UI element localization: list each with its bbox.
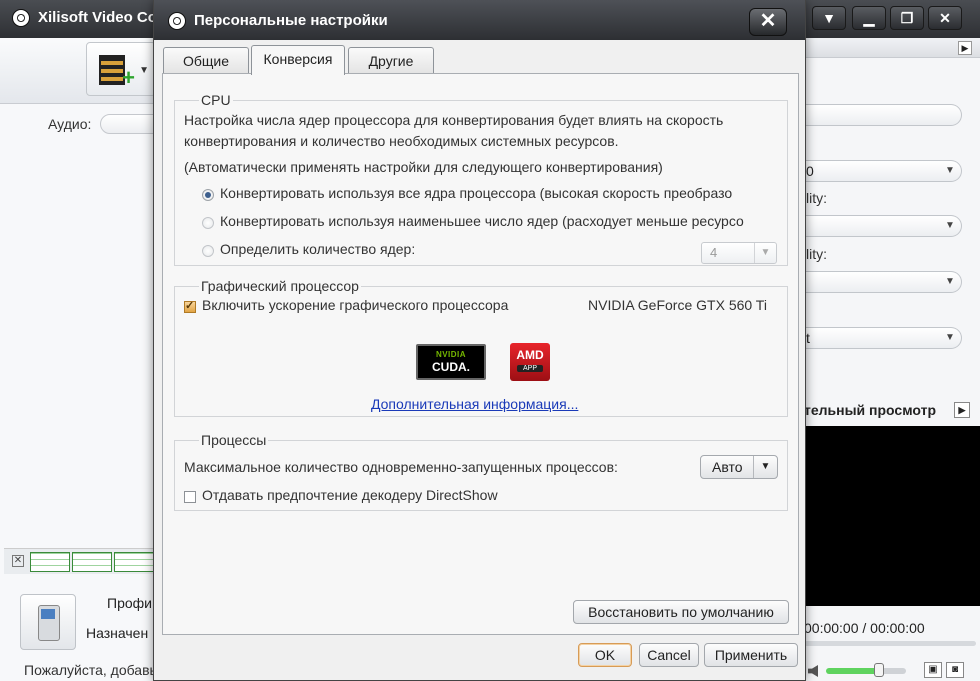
minimize-button[interactable]: ▁ bbox=[852, 6, 886, 30]
tab-general[interactable]: Общие bbox=[163, 47, 249, 73]
restore-defaults-button[interactable]: Восстановить по умолчанию bbox=[573, 600, 789, 624]
main-toolbar: ▼ bbox=[0, 38, 160, 104]
gpu-group-title: Графический процессор bbox=[199, 278, 361, 294]
right-label-1: lity: bbox=[806, 190, 827, 206]
all-cores-radio[interactable] bbox=[202, 189, 214, 201]
chevron-down-icon: ▼ bbox=[753, 456, 777, 478]
menu-dropdown-button[interactable]: ▼ bbox=[812, 6, 846, 30]
conversion-tab-panel: CPU Настройка числа ядер процессора для … bbox=[162, 73, 799, 635]
preview-screen bbox=[804, 426, 980, 606]
chevron-down-icon: ▼ bbox=[945, 220, 955, 231]
gpu-acceleration-label[interactable]: Включить ускорение графического процессо… bbox=[202, 297, 514, 313]
right-field-1[interactable] bbox=[804, 104, 962, 126]
right-select-3[interactable]: ▼ bbox=[804, 271, 962, 293]
cancel-button[interactable]: Cancel bbox=[639, 643, 699, 667]
custom-cores-radio[interactable] bbox=[202, 245, 214, 257]
expand-arrow-icon[interactable]: ▶ bbox=[958, 41, 972, 55]
max-processes-select[interactable]: Авто ▼ bbox=[700, 455, 778, 479]
audio-label: Аудио: bbox=[48, 116, 92, 132]
max-processes-value: Авто bbox=[712, 459, 743, 475]
more-info-link[interactable]: Дополнительная информация... bbox=[371, 396, 578, 412]
ok-button[interactable]: OK bbox=[578, 643, 632, 667]
processes-group: Процессы Максимальное количество одновре… bbox=[174, 432, 788, 511]
speaker-icon[interactable] bbox=[808, 665, 818, 677]
cores-count-value: 4 bbox=[710, 245, 718, 260]
profile-area: Профи Назначен bbox=[0, 586, 160, 666]
right-label-2: lity: bbox=[806, 246, 827, 262]
main-left-pane: ▼ Аудио: ✕ Профи Назначен Пожалуйста, до… bbox=[0, 38, 170, 681]
status-text: Пожалуйста, добавьте файлы bbox=[24, 662, 160, 678]
cores-count-select[interactable]: 4 ▼ bbox=[701, 242, 777, 264]
cpu-description-line2: конвертирования и количество необходимых… bbox=[184, 133, 619, 149]
apply-button[interactable]: Применить bbox=[704, 643, 798, 667]
cpu-graph bbox=[30, 552, 70, 572]
maximize-button[interactable]: ❐ bbox=[890, 6, 924, 30]
cpu-graph bbox=[72, 552, 112, 572]
right-select-4-value: t bbox=[806, 330, 810, 346]
dialog-close-button[interactable]: ✕ bbox=[749, 8, 787, 36]
settings-dialog: Персональные настройки ✕ Общие Конверсия… bbox=[153, 0, 806, 681]
close-icon[interactable]: ✕ bbox=[12, 555, 24, 567]
right-select-1-value: 0 bbox=[806, 163, 814, 179]
preview-label: тельный просмотр bbox=[804, 402, 936, 418]
main-window-title: Xilisoft Video Co bbox=[38, 9, 157, 26]
add-film-icon bbox=[99, 55, 135, 91]
min-cores-label[interactable]: Конвертировать используя наименьшее числ… bbox=[220, 213, 782, 229]
volume-handle[interactable] bbox=[874, 663, 884, 677]
timecode: 00:00:00 / 00:00:00 bbox=[804, 620, 925, 636]
chevron-down-icon: ▼ bbox=[945, 276, 955, 287]
directshow-checkbox[interactable] bbox=[184, 491, 196, 503]
chevron-down-icon: ▼ bbox=[754, 243, 776, 263]
right-pane-header: ▶ bbox=[804, 38, 980, 58]
cpu-group: CPU Настройка числа ядер процессора для … bbox=[174, 92, 788, 266]
directshow-label[interactable]: Отдавать предпочтение декодеру DirectSho… bbox=[202, 487, 498, 503]
dialog-title-bar: Персональные настройки ✕ bbox=[154, 0, 805, 40]
gpu-group: Графический процессор Включить ускорение… bbox=[174, 278, 788, 417]
camera-icon[interactable]: ◙ bbox=[946, 662, 964, 678]
destination-label: Назначен bbox=[86, 625, 149, 641]
cpu-auto-note: (Автоматически применять настройки для с… bbox=[184, 159, 663, 175]
amd-app-logo: AMD APP bbox=[510, 343, 550, 381]
all-cores-label[interactable]: Конвертировать используя все ядра процес… bbox=[220, 185, 782, 201]
max-processes-label: Максимальное количество одновременно-зап… bbox=[184, 459, 618, 475]
cpu-group-title: CPU bbox=[199, 92, 233, 108]
volume-slider[interactable] bbox=[826, 668, 906, 674]
chevron-down-icon[interactable]: ▼ bbox=[139, 65, 149, 76]
amd-brand: AMD bbox=[516, 348, 544, 362]
main-close-button[interactable]: ✕ bbox=[928, 6, 962, 30]
tab-conversion[interactable]: Конверсия bbox=[251, 45, 345, 75]
fullscreen-icon[interactable]: ▣ bbox=[924, 662, 942, 678]
cpu-description-line1: Настройка числа ядер процессора для конв… bbox=[184, 112, 724, 128]
nvidia-tech: CUDA. bbox=[432, 360, 470, 374]
chevron-down-icon: ▼ bbox=[945, 332, 955, 343]
tab-other[interactable]: Другие bbox=[348, 47, 434, 73]
device-profile-icon[interactable] bbox=[20, 594, 76, 650]
app-logo-icon bbox=[12, 9, 30, 27]
right-select-2[interactable]: ▼ bbox=[804, 215, 962, 237]
cpu-usage-strip: ✕ bbox=[4, 548, 160, 574]
right-select-4[interactable]: t ▼ bbox=[804, 327, 962, 349]
cpu-graph bbox=[114, 552, 154, 572]
seek-bar[interactable] bbox=[804, 641, 976, 646]
add-video-button[interactable]: ▼ bbox=[86, 42, 156, 96]
right-select-1[interactable]: 0 ▼ bbox=[804, 160, 962, 182]
dialog-title: Персональные настройки bbox=[194, 12, 388, 29]
custom-cores-label[interactable]: Определить количество ядер: bbox=[220, 241, 415, 257]
app-logo-icon bbox=[168, 12, 186, 30]
nvidia-cuda-logo: NVIDIA CUDA. bbox=[416, 344, 486, 380]
main-right-pane: ▶ 0 ▼ lity: ▼ lity: ▼ t ▼ тельный просмо… bbox=[804, 38, 980, 681]
play-icon[interactable]: ▶ bbox=[954, 402, 970, 418]
preview-header: тельный просмотр ▶ bbox=[804, 398, 980, 422]
chevron-down-icon: ▼ bbox=[945, 165, 955, 176]
processes-group-title: Процессы bbox=[199, 432, 269, 448]
profile-label: Профи bbox=[107, 595, 152, 611]
gpu-device-name: NVIDIA GeForce GTX 560 Ti bbox=[588, 297, 767, 313]
min-cores-radio[interactable] bbox=[202, 217, 214, 229]
nvidia-brand: NVIDIA bbox=[435, 350, 467, 359]
gpu-acceleration-checkbox[interactable] bbox=[184, 299, 196, 313]
amd-tech: APP bbox=[517, 365, 543, 372]
